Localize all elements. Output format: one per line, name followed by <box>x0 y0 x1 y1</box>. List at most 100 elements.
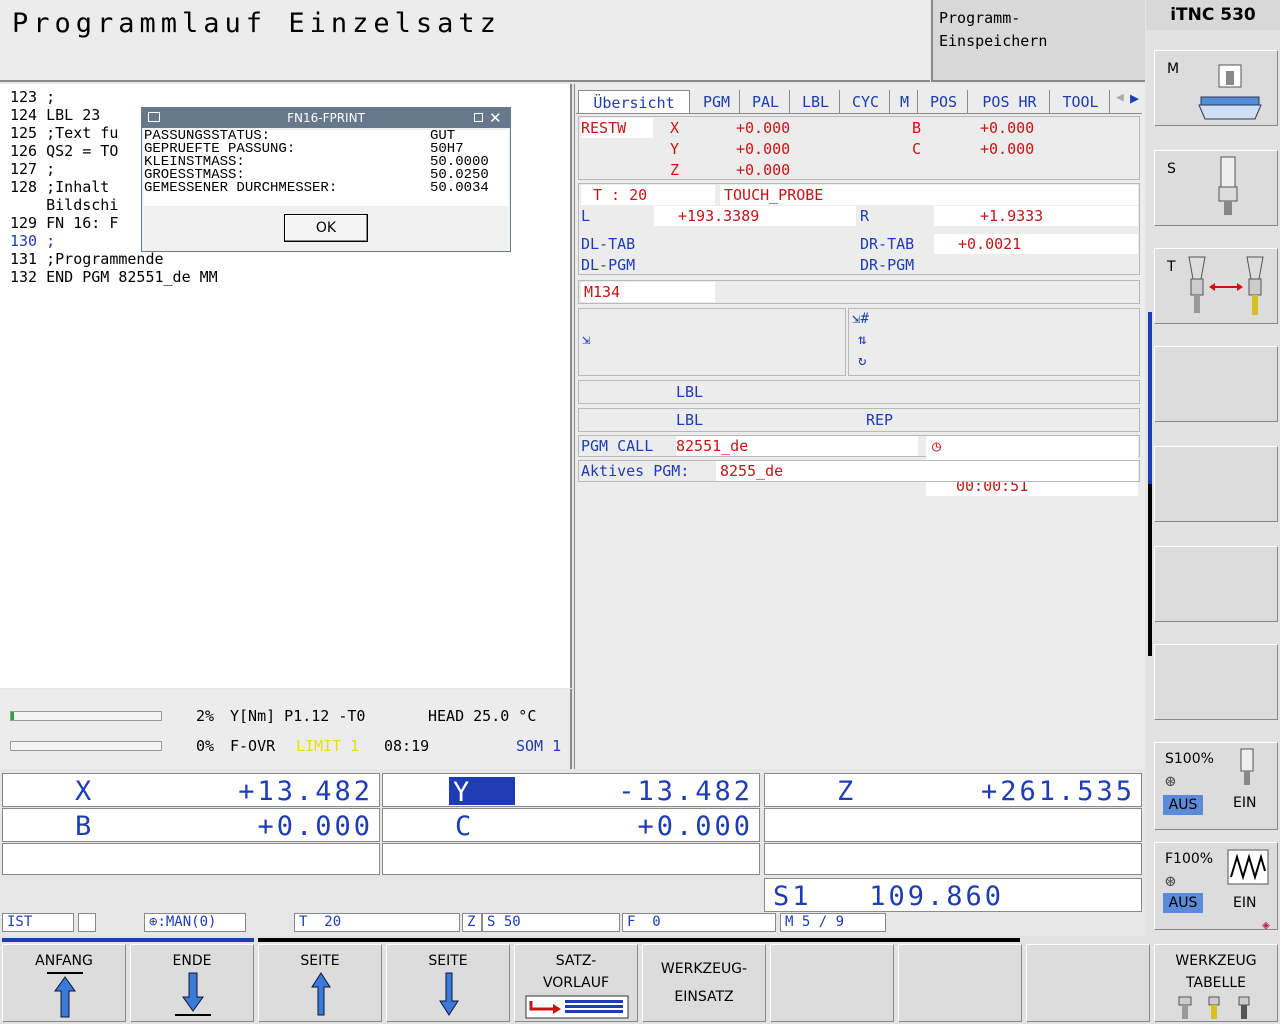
softkey-anfang[interactable]: ANFANG <box>2 944 126 1022</box>
softkey-anfang-label: ANFANG <box>35 953 93 969</box>
feed-label: F-OVR <box>230 737 276 755</box>
datum-status: ⊕:MAN(0) <box>144 913 246 932</box>
axis-value-c: +0.000 <box>637 811 753 842</box>
mode-line-2: Einspeichern <box>939 32 1048 50</box>
program-line[interactable]: 128 ;Inhalt <box>10 178 109 196</box>
softkey-werkzeug-einsatz[interactable]: WERKZEUG- EINSATZ <box>642 944 766 1022</box>
program-line[interactable]: 131 ;Programmende <box>10 250 164 268</box>
program-line[interactable]: Bildschi <box>10 196 118 214</box>
softkey-m-functions[interactable]: M <box>1154 50 1278 126</box>
dr-pgm-label: DR-PGM <box>860 256 915 274</box>
machine-table-icon <box>1198 64 1262 120</box>
tool-change-icon <box>1188 256 1264 315</box>
tab-tool[interactable]: TOOL <box>1052 90 1110 114</box>
softkey-switch-icon[interactable]: ◈ <box>1262 918 1270 933</box>
dr-tab-label: DR-TAB <box>860 235 915 253</box>
pgm-call-value: 82551_de <box>676 436 918 456</box>
override-knob-icon: ⊛ <box>1165 871 1176 892</box>
feed-zigzag-icon <box>1227 849 1269 885</box>
tab-pos-hr[interactable]: POS HR <box>970 90 1050 114</box>
softkey-empty[interactable] <box>1026 944 1150 1022</box>
program-line[interactable]: 127 ; <box>10 160 55 178</box>
datum-shift-icon: ⇲ <box>582 332 591 348</box>
feed-pct: 0% <box>196 737 215 755</box>
maximize-icon[interactable] <box>474 113 483 122</box>
position-empty <box>764 843 1142 875</box>
softkey-empty[interactable] <box>770 944 894 1022</box>
softkey-t-tool-change[interactable]: T <box>1154 248 1278 324</box>
rep-label: REP <box>866 411 894 429</box>
dr-tab-value: +0.0021 <box>934 234 1138 254</box>
program-line-current[interactable]: 130 ; <box>10 232 55 250</box>
tab-m[interactable]: M <box>892 90 918 114</box>
position-empty <box>382 843 760 875</box>
tab-scroll-left-icon[interactable]: ◀ <box>1116 90 1124 105</box>
clock-icon: ◷ <box>932 437 942 455</box>
lbl-label-2: LBL <box>676 411 704 429</box>
softkey-empty[interactable] <box>1154 644 1278 720</box>
load-panel: 2% Y[Nm] P1.12 -T0 HEAD 25.0 °C 0% F-OVR… <box>0 689 572 769</box>
axis-value-y: -13.482 <box>618 776 753 807</box>
softkey-ende[interactable]: ENDE <box>130 944 254 1022</box>
logo: iTNC 530 <box>1146 0 1280 30</box>
spindle-load-gauge <box>10 711 162 721</box>
tab-cyc[interactable]: CYC <box>842 90 890 114</box>
tool-length-label: L <box>581 207 591 225</box>
softkey-s-spindle[interactable]: S <box>1154 150 1278 226</box>
feed-override-gauge <box>10 741 162 751</box>
tab-lbl[interactable]: LBL <box>792 90 840 114</box>
program-line[interactable]: 126 QS2 = TO <box>10 142 118 160</box>
dialog-row-label: GEMESSENER DURCHMESSER: <box>144 180 338 196</box>
tab-divider <box>576 113 1142 114</box>
s-override-aus[interactable]: AUS <box>1163 795 1203 815</box>
softkey-feed-override[interactable]: F100% ⊛ AUS EIN <box>1154 842 1278 930</box>
close-icon[interactable]: ✕ <box>489 108 502 128</box>
softkey-t-label: T <box>1167 259 1176 275</box>
dialog-title: FN16-FPRINT <box>287 111 365 125</box>
axis-label-z: Z <box>837 776 857 807</box>
position-c: C +0.000 <box>382 808 760 842</box>
dialog-titlebar[interactable]: FN16-FPRINT ✕ <box>142 108 510 128</box>
tool-radius-label: R <box>860 207 870 225</box>
softkey-satzvorlauf[interactable]: SATZ- VORLAUF <box>514 944 638 1022</box>
program-line[interactable]: 124 LBL 23 <box>10 106 100 124</box>
tab-pal[interactable]: PAL <box>742 90 790 114</box>
softkey-page-up[interactable]: SEITE <box>258 944 382 1022</box>
tab-pgm[interactable]: PGM <box>694 90 740 114</box>
ok-button[interactable]: OK <box>284 214 368 242</box>
softkey-page-down[interactable]: SEITE <box>386 944 510 1022</box>
softkey-page-down-label: SEITE <box>428 953 468 969</box>
softkey-satz-label-2: VORLAUF <box>542 975 610 991</box>
softkey-empty[interactable] <box>898 944 1022 1022</box>
program-line[interactable]: 132 END PGM 82551_de MM <box>10 268 218 286</box>
pgm-call-label: PGM CALL <box>581 437 654 455</box>
program-line[interactable]: 129 FN 16: F <box>10 214 118 232</box>
f-override-ein[interactable]: EIN <box>1233 895 1256 911</box>
softkey-empty[interactable] <box>1154 346 1278 422</box>
status-indicator <box>78 913 96 932</box>
softkey-m-label: M <box>1167 61 1180 77</box>
som-label: SOM 1 <box>516 737 562 755</box>
softkey-empty[interactable] <box>1154 446 1278 522</box>
spindle-speed-value: S1 109.860 <box>773 881 1005 912</box>
active-pgm-label: Aktives PGM: <box>581 462 690 480</box>
arrow-up-icon <box>311 972 331 1016</box>
spindle-tool-icon <box>1218 156 1238 215</box>
tab-overview[interactable]: Übersicht <box>578 90 690 114</box>
tab-scroll-right-icon[interactable]: ▶ <box>1130 89 1139 107</box>
axis-label-y-selected[interactable]: Y <box>449 777 515 808</box>
axis-label-b: B <box>75 811 95 842</box>
softkey-spindle-override[interactable]: S100% ⊛ AUS EIN <box>1154 742 1278 830</box>
page-title-bar: Programmlauf Einzelsatz <box>0 0 930 82</box>
lbl-label-1: LBL <box>676 383 704 401</box>
softkey-empty[interactable] <box>1154 546 1278 622</box>
s-override-ein[interactable]: EIN <box>1233 795 1256 811</box>
softkey-werkzeug-tabelle[interactable]: WERKZEUG TABELLE <box>1154 944 1278 1022</box>
f-override-aus[interactable]: AUS <box>1163 893 1203 913</box>
tab-pos[interactable]: POS <box>920 90 968 114</box>
program-line[interactable]: 123 ; <box>10 88 55 106</box>
program-line[interactable]: 125 ;Text fu <box>10 124 118 142</box>
transform-group-right <box>848 308 1140 376</box>
window-menu-icon[interactable] <box>148 112 160 122</box>
spindle-pct: 2% <box>196 707 215 725</box>
